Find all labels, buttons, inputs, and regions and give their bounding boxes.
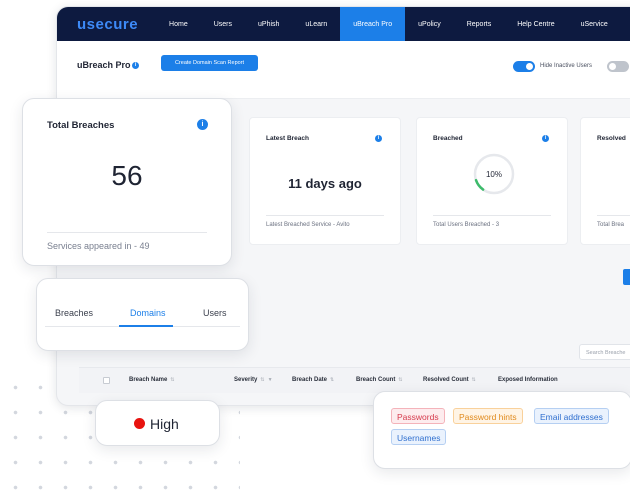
th-severity[interactable]: Severity ⇅ ▼ (234, 377, 273, 383)
nav-users[interactable]: Users (201, 7, 245, 41)
tabs-card: Breaches Domains Users (36, 278, 249, 351)
nav-uphish[interactable]: uPhish (245, 7, 292, 41)
create-domain-scan-report-button[interactable]: Create Domain Scan Report (161, 55, 258, 71)
active-tab-indicator (119, 325, 173, 327)
latest-breach-value: 11 days ago (288, 176, 362, 191)
nav-upolicy[interactable]: uPolicy (405, 7, 454, 41)
nav-uservice[interactable]: uService (568, 7, 621, 41)
hide-inactive-users-label: Hide Inactive Users (540, 63, 593, 69)
latest-breach-card: Latest Breach i 11 days ago Latest Breac… (249, 117, 401, 245)
breached-percent: 10% (485, 170, 502, 179)
total-breaches-title: Total Breaches (47, 120, 115, 131)
sort-icon[interactable]: ⇅ (330, 377, 334, 383)
hide-inactive-users-toggle[interactable] (513, 61, 535, 72)
divider (266, 215, 384, 216)
page-title: uBreach Pro (77, 60, 131, 70)
severity-label: High (150, 416, 179, 432)
info-icon[interactable]: i (132, 62, 139, 69)
select-all-checkbox[interactable] (103, 377, 110, 384)
divider (433, 215, 551, 216)
breached-footer: Total Users Breached - 3 (433, 222, 500, 228)
total-breaches-card: Total Breaches i 56 Services appeared in… (22, 98, 232, 266)
severity-dot-icon (134, 418, 145, 429)
tag-password-hints: Password hints (453, 408, 523, 424)
secondary-toggle[interactable] (607, 61, 629, 72)
th-breach-date[interactable]: Breach Date ⇅ (292, 377, 334, 383)
tab-users[interactable]: Users (203, 308, 227, 318)
tag-usernames: Usernames (391, 429, 447, 445)
exposed-information-card: Passwords Password hints Email addresses… (373, 391, 630, 469)
nav-ulearn[interactable]: uLearn (292, 7, 340, 41)
nav-home[interactable]: Home (156, 7, 201, 41)
info-icon[interactable]: i (375, 135, 382, 142)
latest-breach-footer: Latest Breached Service - Avito (266, 222, 350, 228)
breached-card: Breached i 10% Total Users Breached - 3 (416, 117, 568, 245)
table-header: Breach Name ⇅ Severity ⇅ ▼ Breach Date ⇅ Bre… (79, 367, 630, 393)
divider (47, 232, 207, 233)
th-resolved-count[interactable]: Resolved Count ⇅ (423, 377, 476, 383)
tab-domains[interactable]: Domains (130, 308, 166, 318)
logo: usecure (77, 15, 139, 33)
resolved-card: Resolved Total Brea (580, 117, 630, 245)
sort-icon[interactable]: ⇅ (260, 377, 264, 383)
nav-reports[interactable]: Reports (454, 7, 505, 41)
tab-breaches[interactable]: Breaches (55, 308, 93, 318)
filter-icon[interactable]: ▼ (268, 377, 273, 383)
sort-icon[interactable]: ⇅ (472, 377, 476, 383)
th-breach-count[interactable]: Breach Count ⇅ (356, 377, 403, 383)
total-breaches-value: 56 (111, 160, 143, 191)
tag-email-addresses: Email addresses (534, 408, 609, 424)
card-title: Breached (433, 135, 463, 142)
page-header: uBreach Pro i Create Domain Scan Report … (57, 41, 630, 99)
action-button[interactable] (623, 269, 630, 285)
severity-card: High (95, 400, 220, 446)
th-breach-name[interactable]: Breach Name ⇅ (129, 377, 175, 383)
sort-icon[interactable]: ⇅ (398, 377, 402, 383)
top-nav: usecure Home Users uPhish uLearn uBreach… (57, 7, 630, 41)
total-breaches-footer: Services appeared in - 49 (47, 241, 150, 251)
th-exposed-information[interactable]: Exposed Information (498, 377, 558, 383)
info-icon[interactable]: i (197, 119, 208, 130)
nav-help-centre[interactable]: Help Centre (504, 7, 567, 41)
search-input[interactable]: Search Breache (579, 344, 630, 360)
card-title: Latest Breach (266, 135, 309, 142)
resolved-footer: Total Brea (597, 222, 625, 228)
info-icon[interactable]: i (542, 135, 549, 142)
sort-icon[interactable]: ⇅ (170, 377, 174, 383)
divider (597, 215, 630, 216)
card-title: Resolved (597, 135, 626, 142)
nav-ubreach-pro[interactable]: uBreach Pro (340, 7, 406, 41)
tag-passwords: Passwords (391, 408, 445, 424)
